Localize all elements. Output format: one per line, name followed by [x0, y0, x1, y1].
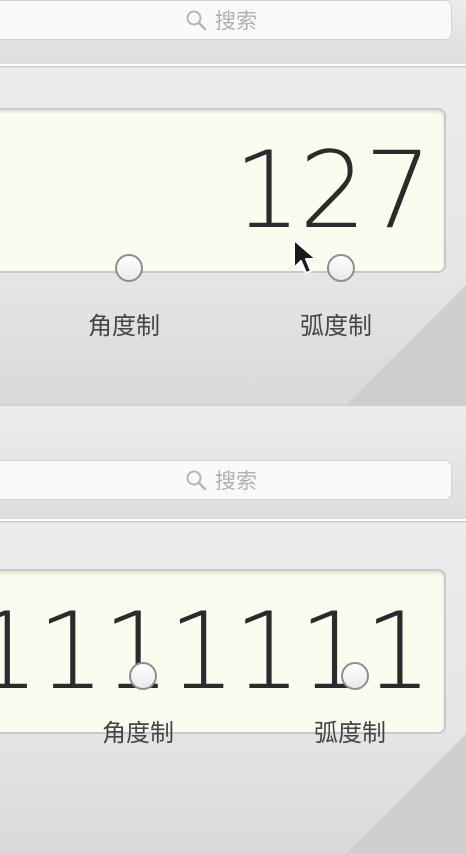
radians-label: 弧度制: [300, 312, 372, 340]
calculator-window-top: 搜索 127 角度制 弧度制: [0, 0, 466, 405]
degrees-radio[interactable]: [115, 254, 143, 282]
display-value: 127: [233, 128, 432, 252]
toolbar: 搜索: [0, 0, 466, 62]
toolbar-divider: [0, 64, 466, 67]
calculator-panel: 127: [0, 68, 466, 405]
radians-radio[interactable]: [327, 254, 355, 282]
mouse-pointer-icon: [293, 239, 317, 274]
degrees-label: 角度制: [88, 312, 160, 340]
search-icon: [186, 10, 207, 31]
result-display: 127: [0, 108, 446, 273]
search-field[interactable]: 搜索: [0, 0, 452, 40]
angle-mode-group: [0, 405, 466, 854]
panel-corner-shade: [346, 285, 466, 405]
search-placeholder: 搜索: [215, 9, 257, 33]
